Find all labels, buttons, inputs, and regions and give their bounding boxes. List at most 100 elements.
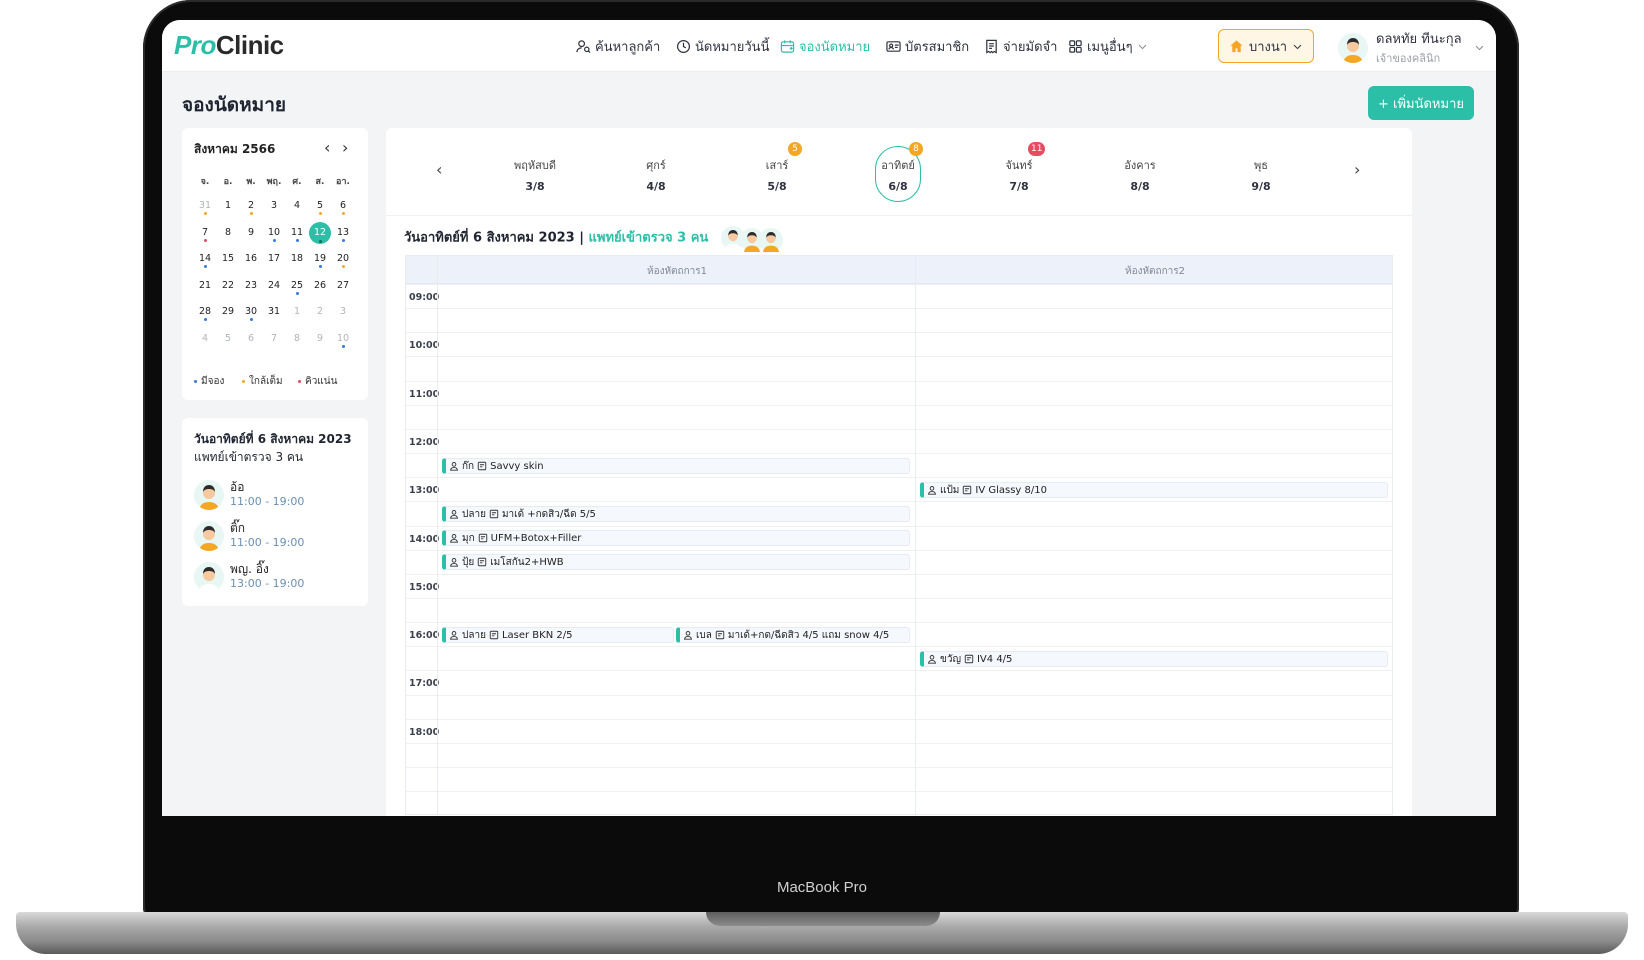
day-name: พฤหัสบดี	[513, 159, 556, 172]
calendar-day[interactable]: 27	[333, 276, 353, 296]
calendar-day[interactable]: 4	[287, 196, 307, 216]
user-name: ดลหทัย ทีนะกุล	[1376, 32, 1462, 47]
chevron-down-icon	[1475, 45, 1483, 51]
prev-month-icon[interactable]: ‹	[324, 138, 330, 157]
branch-selector[interactable]: บางนา	[1218, 29, 1314, 63]
booking-dot	[341, 265, 345, 268]
nav-book-appointment[interactable]: จองนัดหมาย	[780, 36, 870, 57]
doctor-item[interactable]: อ้อ 11:00 - 19:00	[194, 478, 354, 512]
calendar-day[interactable]: 2	[310, 302, 330, 322]
calendar-day[interactable]: 17	[264, 249, 284, 269]
calendar-day[interactable]: 6	[241, 329, 261, 349]
doctor-time: 11:00 - 19:00	[230, 495, 305, 508]
appointment-block[interactable]: ปลาย Laser BKN 2/5	[442, 627, 674, 643]
grid-line	[406, 284, 1392, 285]
booking-dot	[249, 212, 253, 215]
user-search-icon	[576, 40, 591, 54]
calendar-day[interactable]: 16	[241, 249, 261, 269]
doctor-card-date: วันอาทิตย์ที่ 6 สิงหาคม 2023	[194, 432, 352, 446]
grid-line	[406, 549, 1392, 551]
nav-deposit[interactable]: จ่ายมัดจำ	[984, 36, 1057, 57]
calendar-day[interactable]: 23	[241, 276, 261, 296]
weekday-label: พ.	[246, 177, 256, 187]
day-tab[interactable]: ศุกร์ 4/8	[611, 156, 701, 193]
calendar-day[interactable]: 18	[287, 249, 307, 269]
calendar-day[interactable]: 8	[218, 223, 238, 243]
chevron-down-icon	[1138, 44, 1146, 50]
appointment-block[interactable]: ก๊ก Savvy skin	[442, 458, 910, 474]
day-date: 7/8	[1009, 180, 1029, 193]
calendar-day[interactable]: 8	[287, 329, 307, 349]
day-date: 5/8	[767, 180, 787, 193]
appointment-patient: แป้ม	[940, 484, 960, 496]
room-header: ห้องหัตถการ2	[1124, 266, 1186, 277]
calendar-day[interactable]: 1	[287, 302, 307, 322]
nav-member-card[interactable]: บัตรสมาชิก	[886, 36, 969, 57]
appointment-service: IV Glassy 8/10	[975, 484, 1047, 496]
grid-line	[406, 332, 1392, 334]
calendar-day[interactable]: 9	[310, 329, 330, 349]
next-month-icon[interactable]: ›	[342, 138, 348, 157]
note-icon	[963, 485, 972, 495]
appointment-block[interactable]: เบล มาเด้+กด/ฉีดสิว 4/5 แถม snow 4/5	[676, 627, 910, 643]
legend-booked: มีจอง	[194, 374, 224, 389]
time-label: 12:00	[409, 436, 440, 448]
calendar-day[interactable]: 4	[195, 329, 215, 349]
calendar-day[interactable]: 24	[264, 276, 284, 296]
calendar-day[interactable]: 21	[195, 276, 215, 296]
nav-more-menu[interactable]: เมนูอื่นๆ	[1068, 36, 1148, 57]
time-label: 15:00	[409, 581, 440, 593]
appointment-service: เมโสกัน2+HWB	[490, 556, 564, 568]
appointment-block[interactable]: มุก UFM+Botox+Filler	[442, 530, 910, 546]
user-menu[interactable]: ดลหทัย ทีนะกุล เจ้าของคลินิก	[1338, 28, 1485, 67]
calendar-day[interactable]: 5	[218, 329, 238, 349]
nav-customer-search[interactable]: ค้นหาลูกค้า	[576, 36, 660, 57]
appointment-patient: ปลาย	[462, 629, 486, 641]
booking-dot	[295, 291, 299, 295]
user-role: เจ้าของคลินิก	[1376, 52, 1441, 65]
calendar-day[interactable]: 3	[264, 196, 284, 216]
id-card-icon	[886, 41, 901, 52]
calendar-day[interactable]: 3	[333, 302, 353, 322]
weekday-label: ศ.	[292, 177, 302, 187]
note-icon	[715, 630, 725, 640]
calendar-day[interactable]: 7	[264, 329, 284, 349]
appointment-block[interactable]: แป้ม IV Glassy 8/10	[920, 482, 1388, 498]
booking-dot	[341, 344, 345, 348]
calendar-day[interactable]: 15	[218, 249, 238, 269]
calendar-add-icon	[780, 40, 795, 53]
laptop-notch	[706, 912, 940, 926]
grid-line	[406, 453, 1392, 455]
next-days-icon[interactable]: ›	[1354, 160, 1360, 179]
calendar-day[interactable]: 26	[310, 276, 330, 296]
calendar-day[interactable]: 29	[218, 302, 238, 322]
calendar-day[interactable]: 31	[264, 302, 284, 322]
day-date: 4/8	[646, 180, 666, 193]
note-icon	[489, 509, 499, 519]
day-name: อาทิตย์	[881, 159, 915, 172]
calendar-day[interactable]: 9	[241, 223, 261, 243]
day-tab[interactable]: พุธ 9/8	[1216, 156, 1306, 193]
day-tab[interactable]: เสาร์ 5/8	[732, 156, 822, 193]
day-tab[interactable]: พฤหัสบดี 3/8	[490, 156, 580, 193]
booking-dot	[203, 318, 207, 321]
day-tab[interactable]: อังคาร 8/8	[1095, 156, 1185, 193]
doctor-avatar-group	[720, 226, 785, 252]
doctor-schedule-card: วันอาทิตย์ที่ 6 สิงหาคม 2023 แพทย์เข้าตร…	[182, 418, 368, 606]
day-tab[interactable]: จันทร์ 7/8	[974, 156, 1064, 193]
appointment-block[interactable]: ปลาย มาเด้ +กดสิว/ฉีด 5/5	[442, 506, 910, 522]
doctor-item[interactable]: ติ๊ก 11:00 - 19:00	[194, 519, 354, 553]
booking-dot	[318, 212, 322, 215]
doctor-item[interactable]: พญ. อิ๊ง 13:00 - 19:00	[194, 560, 354, 594]
grid-line	[406, 525, 1392, 527]
appointment-block[interactable]: ปุ้ย เมโสกัน2+HWB	[442, 554, 910, 570]
nav-today-appointments[interactable]: นัดหมายวันนี้	[676, 36, 769, 57]
time-label: 17:00	[409, 678, 440, 690]
prev-days-icon[interactable]: ‹	[436, 160, 442, 179]
calendar-day[interactable]: 1	[218, 196, 238, 216]
app-logo[interactable]: ProClinic	[174, 30, 284, 61]
appointment-service: Laser BKN 2/5	[501, 629, 573, 641]
calendar-day[interactable]: 22	[218, 276, 238, 296]
add-appointment-button[interactable]: + เพิ่มนัดหมาย	[1368, 86, 1474, 120]
appointment-block[interactable]: ขวัญ IV4 4/5	[920, 651, 1388, 667]
